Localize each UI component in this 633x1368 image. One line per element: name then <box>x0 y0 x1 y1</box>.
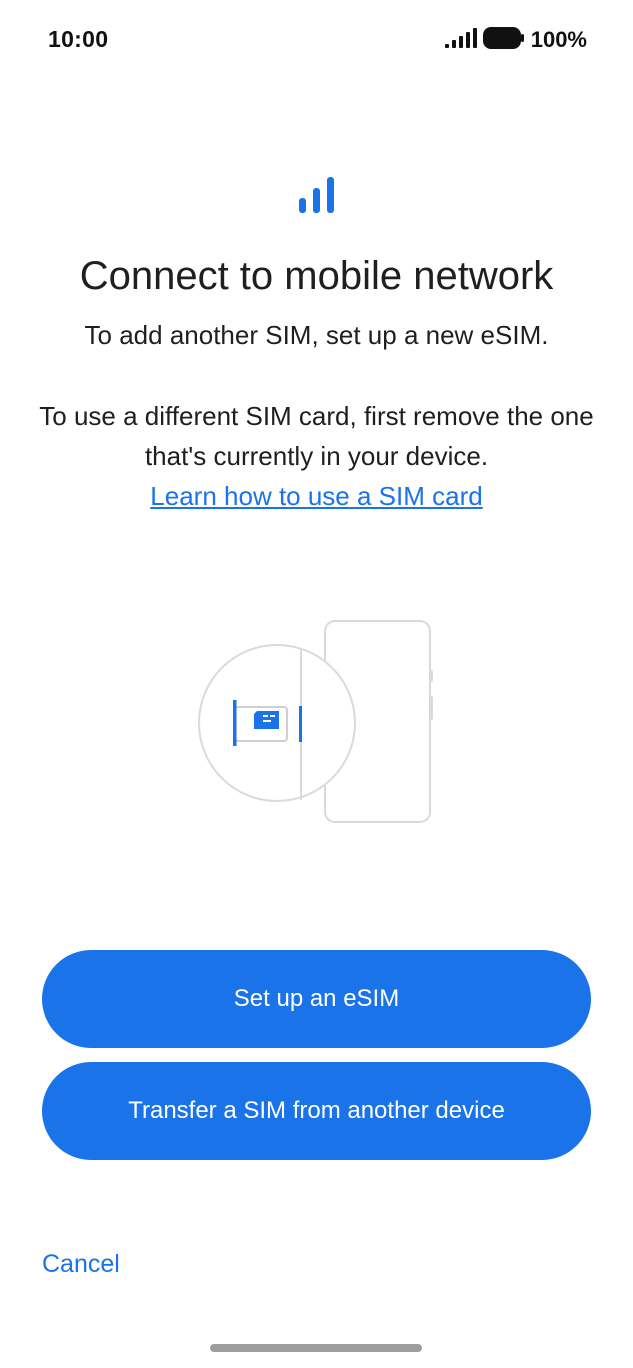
status-icons: 100% <box>444 26 587 55</box>
home-indicator[interactable] <box>210 1344 422 1352</box>
page-title: Connect to mobile network <box>79 254 554 298</box>
signal-icon <box>444 27 477 53</box>
learn-sim-card-link[interactable]: Learn how to use a SIM card <box>150 481 482 511</box>
battery-icon <box>482 26 525 55</box>
sim-card-instruction-text: To use a different SIM card, first remov… <box>39 401 594 471</box>
transfer-sim-button[interactable]: Transfer a SIM from another device <box>42 1062 591 1160</box>
signal-bars-icon <box>298 176 336 214</box>
setup-esim-button[interactable]: Set up an eSIM <box>42 950 591 1048</box>
sim-card-tray-illustration <box>190 610 450 835</box>
status-bar: 10:00 100% <box>0 0 633 80</box>
status-time: 10:00 <box>48 26 109 52</box>
battery-percentage: 100% <box>530 27 587 52</box>
esim-instruction-text: To add another SIM, set up a new eSIM. <box>84 320 549 350</box>
cancel-button[interactable]: Cancel <box>42 1250 120 1279</box>
learn-link-container: Learn how to use a SIM card <box>0 476 633 516</box>
